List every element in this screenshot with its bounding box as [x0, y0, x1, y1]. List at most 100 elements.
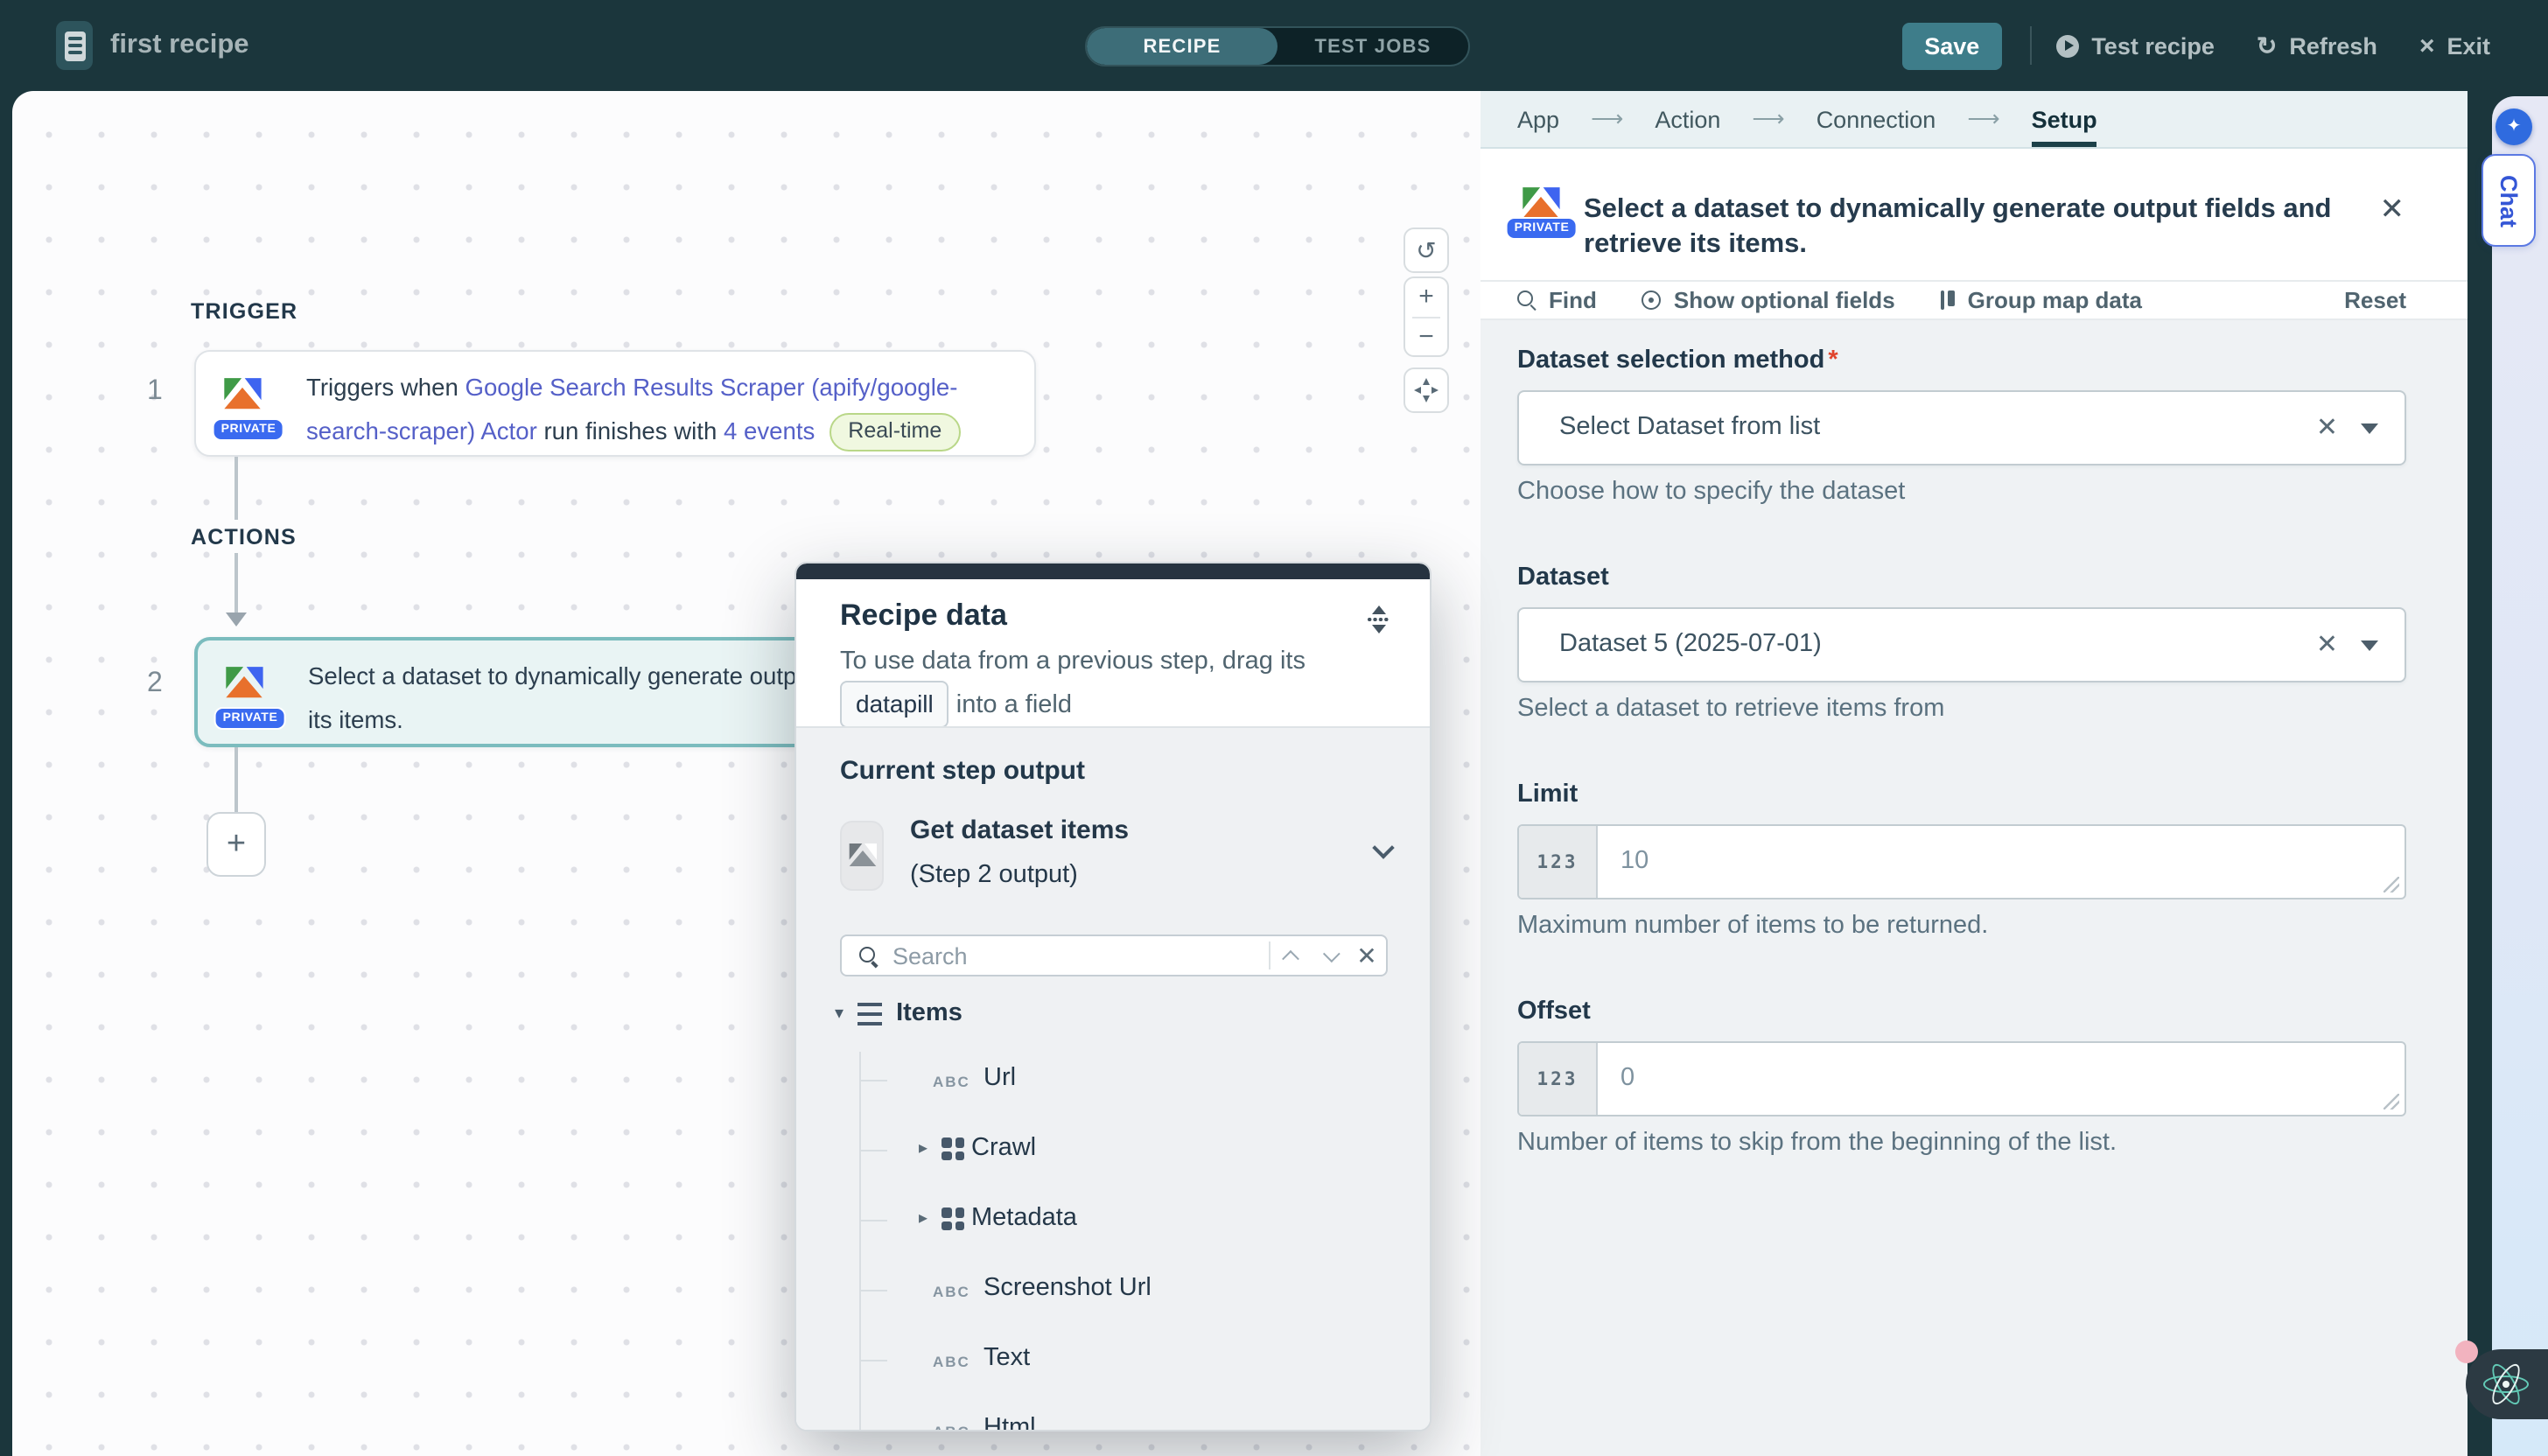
dropdown-arrow-icon[interactable] [2361, 424, 2378, 434]
field-label: Dataset [1517, 564, 2406, 592]
reset-button[interactable]: Reset [2344, 287, 2406, 313]
field-limit: Limit 123 10 Maximum number of items to … [1517, 780, 2406, 940]
datapill-metadata[interactable]: ▸ Metadata [796, 1200, 1430, 1242]
datapill-text[interactable]: ABCText [796, 1340, 1430, 1382]
required-asterisk: * [1828, 346, 1838, 374]
resize-handle-icon[interactable] [2384, 1094, 2399, 1110]
dataset-select[interactable]: Dataset 5 (2025-07-01) ✕ [1517, 607, 2406, 682]
events-link[interactable]: 4 events [724, 418, 815, 444]
breadcrumb-connection[interactable]: Connection [1816, 91, 1936, 147]
resize-handle-icon[interactable] [2384, 877, 2399, 892]
recipe-testjobs-toggle: RECIPE TEST JOBS [1085, 26, 1470, 66]
field-dataset-selection-method: Dataset selection method* Select Dataset… [1517, 346, 2406, 506]
offset-input[interactable]: 123 0 [1517, 1041, 2406, 1116]
find-button[interactable]: Find [1517, 287, 1597, 313]
tab-recipe[interactable]: RECIPE [1087, 28, 1278, 65]
chat-sidebar: ✦ Chat [2492, 96, 2548, 1456]
caret-down-icon[interactable]: ▾ [835, 1004, 844, 1023]
add-step-button[interactable]: + [206, 812, 266, 877]
reset-view-button[interactable]: ↺ [1404, 228, 1449, 273]
tab-test-jobs[interactable]: TEST JOBS [1278, 28, 1468, 65]
clear-icon[interactable]: ✕ [2316, 628, 2338, 660]
config-form: Dataset selection method* Select Dataset… [1480, 320, 2468, 1456]
breadcrumb-action[interactable]: Action [1655, 91, 1720, 147]
recipe-document-icon [56, 21, 93, 70]
top-bar: first recipe RECIPE TEST JOBS Save Test … [0, 0, 2548, 91]
apify-app-icon: PRIVATE [214, 366, 284, 441]
chevron-down-icon[interactable] [1372, 836, 1394, 858]
devtools-fab[interactable] [2466, 1349, 2548, 1419]
tree-root-items[interactable]: ▾ Items [835, 999, 962, 1027]
popup-drag-bar[interactable] [796, 564, 1430, 579]
field-help: Maximum number of items to be returned. [1517, 912, 2406, 940]
group-map-data-button[interactable]: Group map data [1941, 287, 2142, 313]
refresh-button[interactable]: Refresh [2257, 31, 2377, 60]
breadcrumb-app[interactable]: App [1517, 91, 1559, 147]
ai-sparkle-icon[interactable]: ✦ [2496, 108, 2532, 145]
test-recipe-button[interactable]: Test recipe [2056, 32, 2215, 59]
search-input[interactable] [892, 942, 1269, 969]
config-title: Select a dataset to dynamically generate… [1584, 192, 2431, 280]
save-button[interactable]: Save [1901, 22, 2002, 69]
close-panel-button[interactable]: ✕ [2380, 192, 2405, 228]
current-step-output-label: Current step output [840, 756, 1085, 786]
search-prev-button[interactable] [1270, 949, 1309, 962]
recipe-data-popup: Recipe data To use data from a previous … [794, 562, 1432, 1432]
exit-button[interactable]: Exit [2419, 31, 2490, 60]
trigger-section-label: TRIGGER [191, 299, 298, 324]
list-icon [858, 1002, 882, 1025]
number-type-icon: 123 [1519, 1043, 1598, 1115]
show-optional-fields-button[interactable]: Show optional fields [1642, 287, 1895, 313]
datapill-chip[interactable]: datapill [840, 681, 949, 728]
datapill-url[interactable]: ABCUrl [796, 1060, 1430, 1102]
caret-right-icon[interactable]: ▸ [919, 1209, 928, 1228]
popup-hint: To use data from a previous step, drag i… [840, 642, 1404, 728]
apify-app-icon: PRIVATE [1517, 180, 1566, 280]
field-offset: Offset 123 0 Number of items to skip fro… [1517, 998, 2406, 1157]
private-badge: PRIVATE [214, 707, 287, 730]
datapill-crawl[interactable]: ▸ Crawl [796, 1130, 1430, 1172]
dropdown-arrow-icon[interactable] [2361, 640, 2378, 651]
dataset-selection-method-select[interactable]: Select Dataset from list ✕ [1517, 390, 2406, 466]
field-help: Number of items to skip from the beginni… [1517, 1129, 2406, 1157]
object-icon [942, 1208, 964, 1230]
number-type-icon: 123 [1519, 826, 1598, 898]
private-badge: PRIVATE [1506, 217, 1578, 240]
caret-right-icon[interactable]: ▸ [919, 1139, 928, 1158]
drag-handle-icon[interactable] [1365, 606, 1391, 634]
datapill-html[interactable]: ABCHtml [796, 1410, 1430, 1432]
chat-tab[interactable]: Chat [2482, 154, 2536, 247]
search-icon [858, 945, 878, 966]
zoom-out-button[interactable]: − [1418, 318, 1434, 355]
brand: first recipe [56, 21, 249, 70]
field-label: Limit [1517, 780, 2406, 808]
divider [2030, 26, 2032, 65]
output-title: Get dataset items [910, 816, 1129, 845]
limit-input[interactable]: 123 10 [1517, 824, 2406, 900]
step-number: 1 [147, 376, 163, 408]
popup-body: Current step output Get dataset items (S… [796, 726, 1430, 1432]
zoom-in-button[interactable]: + [1418, 278, 1434, 316]
breadcrumb-setup[interactable]: Setup [2032, 91, 2097, 147]
play-icon [2056, 34, 2079, 57]
search-clear-button[interactable]: ✕ [1348, 941, 1386, 970]
connector-line [234, 553, 237, 616]
config-header: PRIVATE Select a dataset to dynamically … [1480, 149, 2468, 280]
connector-line [234, 457, 237, 520]
arrow-right-icon: ⟶ [1752, 105, 1784, 133]
config-toolbar: Find Show optional fields Group map data… [1480, 280, 2468, 320]
object-icon [942, 1138, 964, 1160]
actions-section-label: ACTIONS [191, 525, 297, 550]
trigger-step-card[interactable]: PRIVATE Triggers when Google Search Resu… [194, 350, 1036, 457]
field-help: Select a dataset to retrieve items from [1517, 695, 2406, 723]
fit-view-button[interactable] [1404, 368, 1449, 413]
optional-fields-icon [1642, 290, 1662, 310]
clear-icon[interactable]: ✕ [2316, 411, 2338, 443]
field-label: Dataset selection method* [1517, 346, 2406, 374]
realtime-badge: Real-time [829, 414, 961, 452]
arrow-right-icon: ⟶ [1591, 105, 1623, 133]
search-next-button[interactable] [1309, 949, 1348, 962]
datapill-screenshot-url[interactable]: ABCScreenshot Url [796, 1270, 1430, 1312]
private-badge: PRIVATE [213, 418, 285, 441]
field-label: Offset [1517, 998, 2406, 1026]
